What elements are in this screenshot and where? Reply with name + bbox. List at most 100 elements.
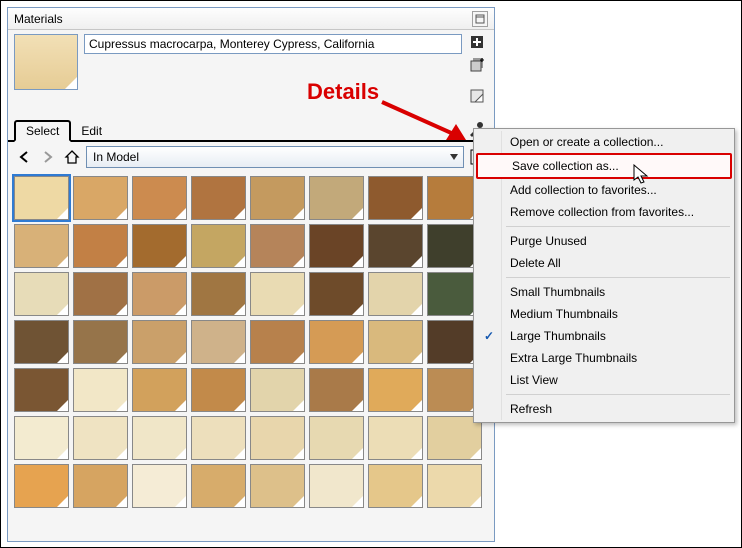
menu-item-label: Refresh xyxy=(510,402,552,416)
annotation-details-label: Details xyxy=(307,79,379,105)
material-thumbnail[interactable] xyxy=(250,320,305,364)
material-thumbnail[interactable] xyxy=(191,416,246,460)
menu-item-label: Save collection as... xyxy=(512,159,619,173)
material-thumbnail[interactable] xyxy=(73,416,128,460)
menu-item[interactable]: Save collection as... xyxy=(476,153,732,179)
material-thumbnail[interactable] xyxy=(309,176,364,220)
menu-separator xyxy=(506,226,730,227)
material-thumbnail[interactable] xyxy=(132,176,187,220)
duplicate-material-button[interactable] xyxy=(469,56,487,74)
collection-dropdown[interactable]: In Model xyxy=(86,146,464,168)
tab-select[interactable]: Select xyxy=(14,120,71,142)
menu-item[interactable]: Medium Thumbnails xyxy=(476,303,732,325)
panel-title: Materials xyxy=(14,12,472,26)
material-thumbnail[interactable] xyxy=(132,368,187,412)
material-thumbnail[interactable] xyxy=(368,320,423,364)
material-thumbnail[interactable] xyxy=(73,176,128,220)
menu-item[interactable]: List View xyxy=(476,369,732,391)
material-thumbnail[interactable] xyxy=(191,464,246,508)
material-thumbnail[interactable] xyxy=(368,176,423,220)
material-thumbnail[interactable] xyxy=(191,320,246,364)
duplicate-icon xyxy=(470,57,486,73)
material-thumbnail[interactable] xyxy=(73,320,128,364)
material-thumbnail[interactable] xyxy=(191,176,246,220)
material-thumbnail[interactable] xyxy=(191,272,246,316)
create-material-button[interactable] xyxy=(469,34,487,52)
menu-item-label: Purge Unused xyxy=(510,234,587,248)
material-thumbnail[interactable] xyxy=(14,224,69,268)
material-thumbnail[interactable] xyxy=(191,224,246,268)
collection-dropdown-label: In Model xyxy=(93,150,139,164)
menu-item[interactable]: Extra Large Thumbnails xyxy=(476,347,732,369)
arrow-right-icon xyxy=(41,150,55,164)
material-thumbnail[interactable] xyxy=(14,416,69,460)
panel-pin-button[interactable] xyxy=(472,11,488,27)
material-name-input[interactable] xyxy=(84,34,462,54)
material-thumbnail[interactable] xyxy=(250,416,305,460)
material-thumbnail[interactable] xyxy=(309,416,364,460)
material-thumbnail[interactable] xyxy=(73,224,128,268)
material-thumbnail[interactable] xyxy=(368,416,423,460)
material-thumbnails-grid xyxy=(14,176,488,508)
nav-forward-button[interactable] xyxy=(38,147,58,167)
material-thumbnail[interactable] xyxy=(14,464,69,508)
material-preview-swatch[interactable] xyxy=(14,34,78,90)
material-thumbnail[interactable] xyxy=(14,272,69,316)
material-thumbnail[interactable] xyxy=(132,272,187,316)
menu-item[interactable]: Delete All xyxy=(476,252,732,274)
menu-item-label: Medium Thumbnails xyxy=(510,307,618,321)
menu-item[interactable]: Refresh xyxy=(476,398,732,420)
material-thumbnail[interactable] xyxy=(250,368,305,412)
chevron-down-icon xyxy=(449,152,459,162)
material-thumbnail[interactable] xyxy=(309,224,364,268)
material-thumbnail[interactable] xyxy=(73,272,128,316)
material-thumbnail[interactable] xyxy=(309,368,364,412)
material-thumbnail[interactable] xyxy=(250,464,305,508)
menu-separator xyxy=(506,394,730,395)
menu-item-label: Large Thumbnails xyxy=(510,329,606,343)
set-default-button[interactable] xyxy=(469,88,487,106)
plus-box-icon xyxy=(470,35,486,51)
material-thumbnail[interactable] xyxy=(368,224,423,268)
menu-item[interactable]: Open or create a collection... xyxy=(476,131,732,153)
material-thumbnail[interactable] xyxy=(132,416,187,460)
menu-item[interactable]: Purge Unused xyxy=(476,230,732,252)
material-thumbnail[interactable] xyxy=(14,176,69,220)
arrow-left-icon xyxy=(17,150,31,164)
panel-titlebar[interactable]: Materials xyxy=(8,8,494,30)
material-thumbnail[interactable] xyxy=(132,464,187,508)
material-thumbnail[interactable] xyxy=(368,272,423,316)
menu-item[interactable]: Add collection to favorites... xyxy=(476,179,732,201)
details-context-menu: Open or create a collection... Save colle… xyxy=(473,128,735,423)
material-thumbnail[interactable] xyxy=(132,320,187,364)
materials-panel: Materials Select Edit xyxy=(7,7,495,542)
material-thumbnail[interactable] xyxy=(14,368,69,412)
material-thumbnail[interactable] xyxy=(368,368,423,412)
nav-home-button[interactable] xyxy=(62,147,82,167)
material-thumbnail[interactable] xyxy=(250,176,305,220)
material-thumbnail[interactable] xyxy=(250,272,305,316)
material-thumbnail[interactable] xyxy=(73,464,128,508)
material-thumbnail[interactable] xyxy=(309,320,364,364)
tab-edit[interactable]: Edit xyxy=(71,122,112,140)
check-icon: ✓ xyxy=(484,329,494,343)
material-thumbnail[interactable] xyxy=(250,224,305,268)
material-thumbnail[interactable] xyxy=(368,464,423,508)
material-thumbnail[interactable] xyxy=(73,368,128,412)
menu-item[interactable]: Remove collection from favorites... xyxy=(476,201,732,223)
material-thumbnail[interactable] xyxy=(14,320,69,364)
menu-item[interactable]: Small Thumbnails xyxy=(476,281,732,303)
menu-item-label: Remove collection from favorites... xyxy=(510,205,694,219)
material-thumbnail[interactable] xyxy=(427,464,482,508)
material-thumbnail[interactable] xyxy=(309,464,364,508)
menu-item-label: Delete All xyxy=(510,256,561,270)
nav-back-button[interactable] xyxy=(14,147,34,167)
menu-item-label: Extra Large Thumbnails xyxy=(510,351,637,365)
menu-item-label: List View xyxy=(510,373,558,387)
material-thumbnail[interactable] xyxy=(132,224,187,268)
material-thumbnail[interactable] xyxy=(191,368,246,412)
home-icon xyxy=(64,149,80,165)
menu-item[interactable]: ✓ Large Thumbnails xyxy=(476,325,732,347)
menu-item-label: Small Thumbnails xyxy=(510,285,605,299)
material-thumbnail[interactable] xyxy=(309,272,364,316)
